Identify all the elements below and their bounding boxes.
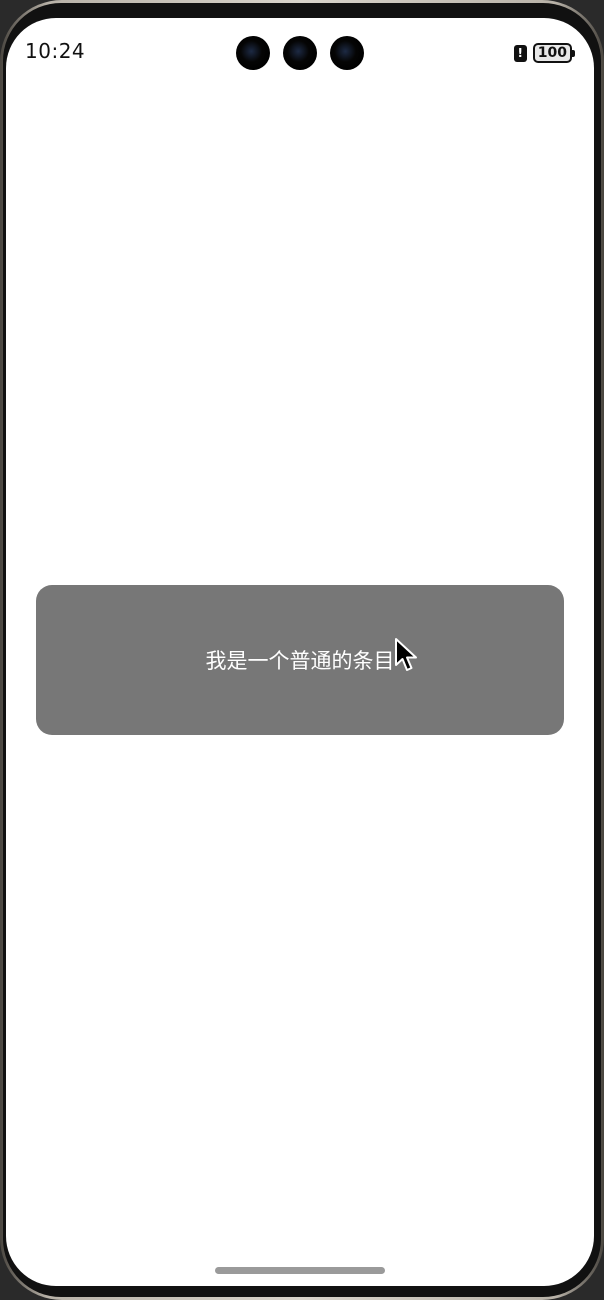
status-time: 10:24 [25,39,86,63]
front-camera-icon [330,36,364,70]
home-indicator[interactable] [215,1267,385,1274]
list-item[interactable]: 我是一个普通的条目 [36,585,564,735]
status-bar: 10:24 ! 100 [6,18,594,88]
front-camera-icon [283,36,317,70]
list-item-label: 我是一个普通的条目 [205,649,395,673]
screen: 10:24 ! 100 我是一个普通的条目 [6,18,594,1286]
mouse-cursor-icon [395,638,417,671]
front-camera-icon [236,36,270,70]
battery-icon: 100 [532,43,576,63]
phone-frame: 10:24 ! 100 我是一个普通的条目 [0,0,604,1300]
alert-icon: ! [513,44,527,62]
status-indicators: ! 100 [513,43,576,63]
camera-cutout [236,36,364,70]
battery-level: 100 [537,45,567,61]
